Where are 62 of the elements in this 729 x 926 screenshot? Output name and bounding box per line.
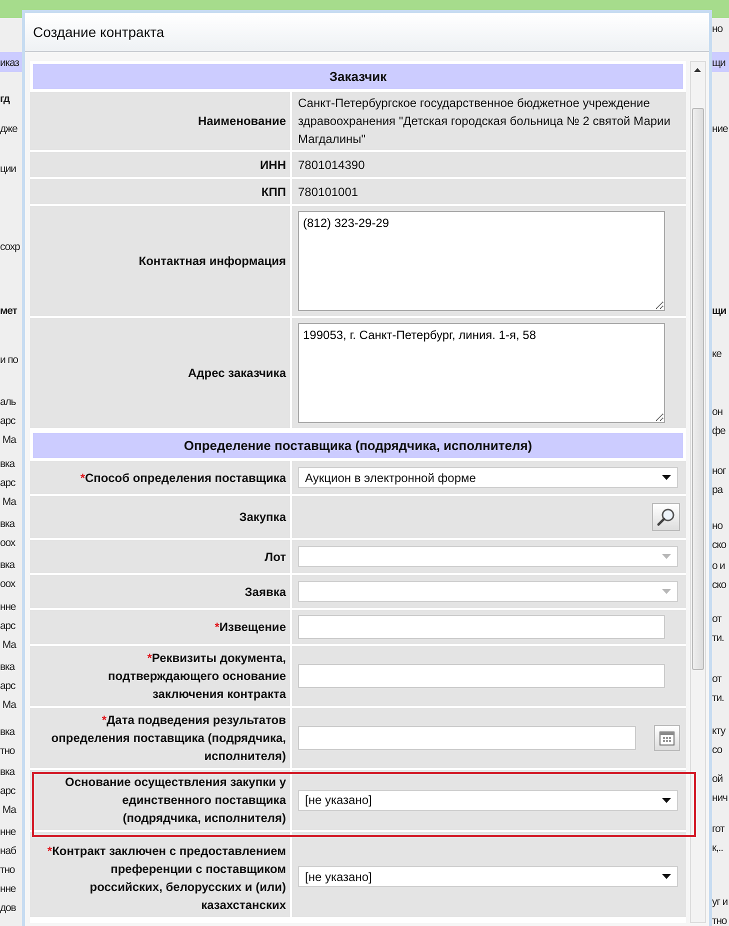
caret-icon bbox=[662, 798, 671, 802]
field-label: Заявка bbox=[244, 584, 286, 600]
field-label: *Извещение bbox=[214, 619, 286, 636]
background-text: кту со bbox=[712, 724, 727, 758]
caret-icon bbox=[662, 874, 671, 879]
calendar-icon bbox=[659, 730, 675, 746]
background-text: мет bbox=[0, 304, 18, 319]
scrollbar[interactable] bbox=[690, 61, 706, 923]
field-label: Контактная информация bbox=[138, 253, 286, 270]
background-text: от ти. bbox=[712, 612, 725, 646]
caret-icon bbox=[662, 554, 671, 559]
field-label: Адрес заказчика bbox=[188, 365, 286, 382]
field-label: *Контракт заключен с предоставлением преференции с поставщиком российских, белорусских и (или) казахстанских bbox=[46, 843, 286, 914]
background-text: он фе bbox=[712, 405, 726, 439]
background-text: ние bbox=[712, 122, 729, 137]
field-value: 780101001 bbox=[298, 184, 358, 200]
field-label: *Дата подведения результатов определения поставщика (подрядчика, исполнителя) bbox=[50, 712, 286, 765]
background-text: аль арс Ма bbox=[0, 395, 18, 448]
input-field[interactable] bbox=[298, 664, 665, 688]
calendar-button[interactable] bbox=[654, 725, 680, 751]
background-text: нне дов bbox=[0, 882, 17, 916]
search-button[interactable] bbox=[652, 503, 680, 531]
background-text: щи bbox=[712, 304, 728, 319]
field-label: ИНН bbox=[260, 156, 286, 174]
field-label: *Реквизиты документа, подтверждающего основание заключения контракта bbox=[107, 650, 286, 703]
field-label: Наименование bbox=[198, 113, 286, 130]
background-text: но bbox=[712, 22, 724, 37]
background-text: ног ра bbox=[712, 464, 727, 498]
dropdown[interactable]: [не указано] bbox=[298, 790, 678, 810]
field-label: *Способ определения поставщика bbox=[80, 470, 286, 486]
caret-icon bbox=[662, 589, 671, 594]
field-label: Основание осуществления закупки у единственного поставщика (подрядчика, исполнителя) bbox=[64, 774, 286, 827]
field-value: 7801014390 bbox=[298, 156, 365, 174]
background-text: иказ bbox=[0, 56, 20, 71]
field-value: Санкт-Петербургское государственное бюджетное учреждение здравоохранения "Детская городская больница № 2 святой Марии Магдалины" bbox=[298, 95, 672, 148]
background-text: ой нич bbox=[712, 772, 728, 806]
background-text: гд bbox=[0, 92, 11, 107]
background-text: вка арс Ма bbox=[0, 660, 18, 713]
background-text: уг и тно bbox=[712, 895, 728, 926]
background-text: о и ско bbox=[712, 559, 728, 593]
section-header: Определение поставщика (подрядчика, исполнителя) bbox=[30, 430, 686, 461]
background-text: щи bbox=[712, 56, 726, 71]
background-text: дже bbox=[0, 122, 18, 137]
background-text: гот к,.. bbox=[712, 822, 726, 856]
field-label: КПП bbox=[261, 184, 286, 200]
text-area[interactable]: (812) 323-29-29 bbox=[298, 211, 665, 311]
input-field[interactable] bbox=[298, 615, 665, 639]
field-label: Лот bbox=[264, 548, 286, 566]
dropdown[interactable]: [не указано] bbox=[298, 866, 678, 887]
background-text: ке bbox=[712, 347, 722, 362]
background-text: от ти. bbox=[712, 672, 725, 706]
section-header: Заказчик bbox=[30, 61, 686, 92]
background-text: и по bbox=[0, 353, 19, 368]
caret-icon bbox=[662, 475, 671, 480]
text-area[interactable]: 199053, г. Санкт-Петербург, линия. 1-я, 58 bbox=[298, 323, 665, 423]
dropdown[interactable]: Аукцион в электронной форме bbox=[298, 467, 678, 488]
background-text: ции bbox=[0, 162, 17, 177]
date-field[interactable] bbox=[298, 726, 636, 750]
scroll-up-icon[interactable] bbox=[694, 68, 701, 72]
window-title: Создание контракта bbox=[33, 24, 164, 40]
field-label: Закупка bbox=[239, 509, 286, 526]
background-text: сохр bbox=[0, 240, 21, 255]
